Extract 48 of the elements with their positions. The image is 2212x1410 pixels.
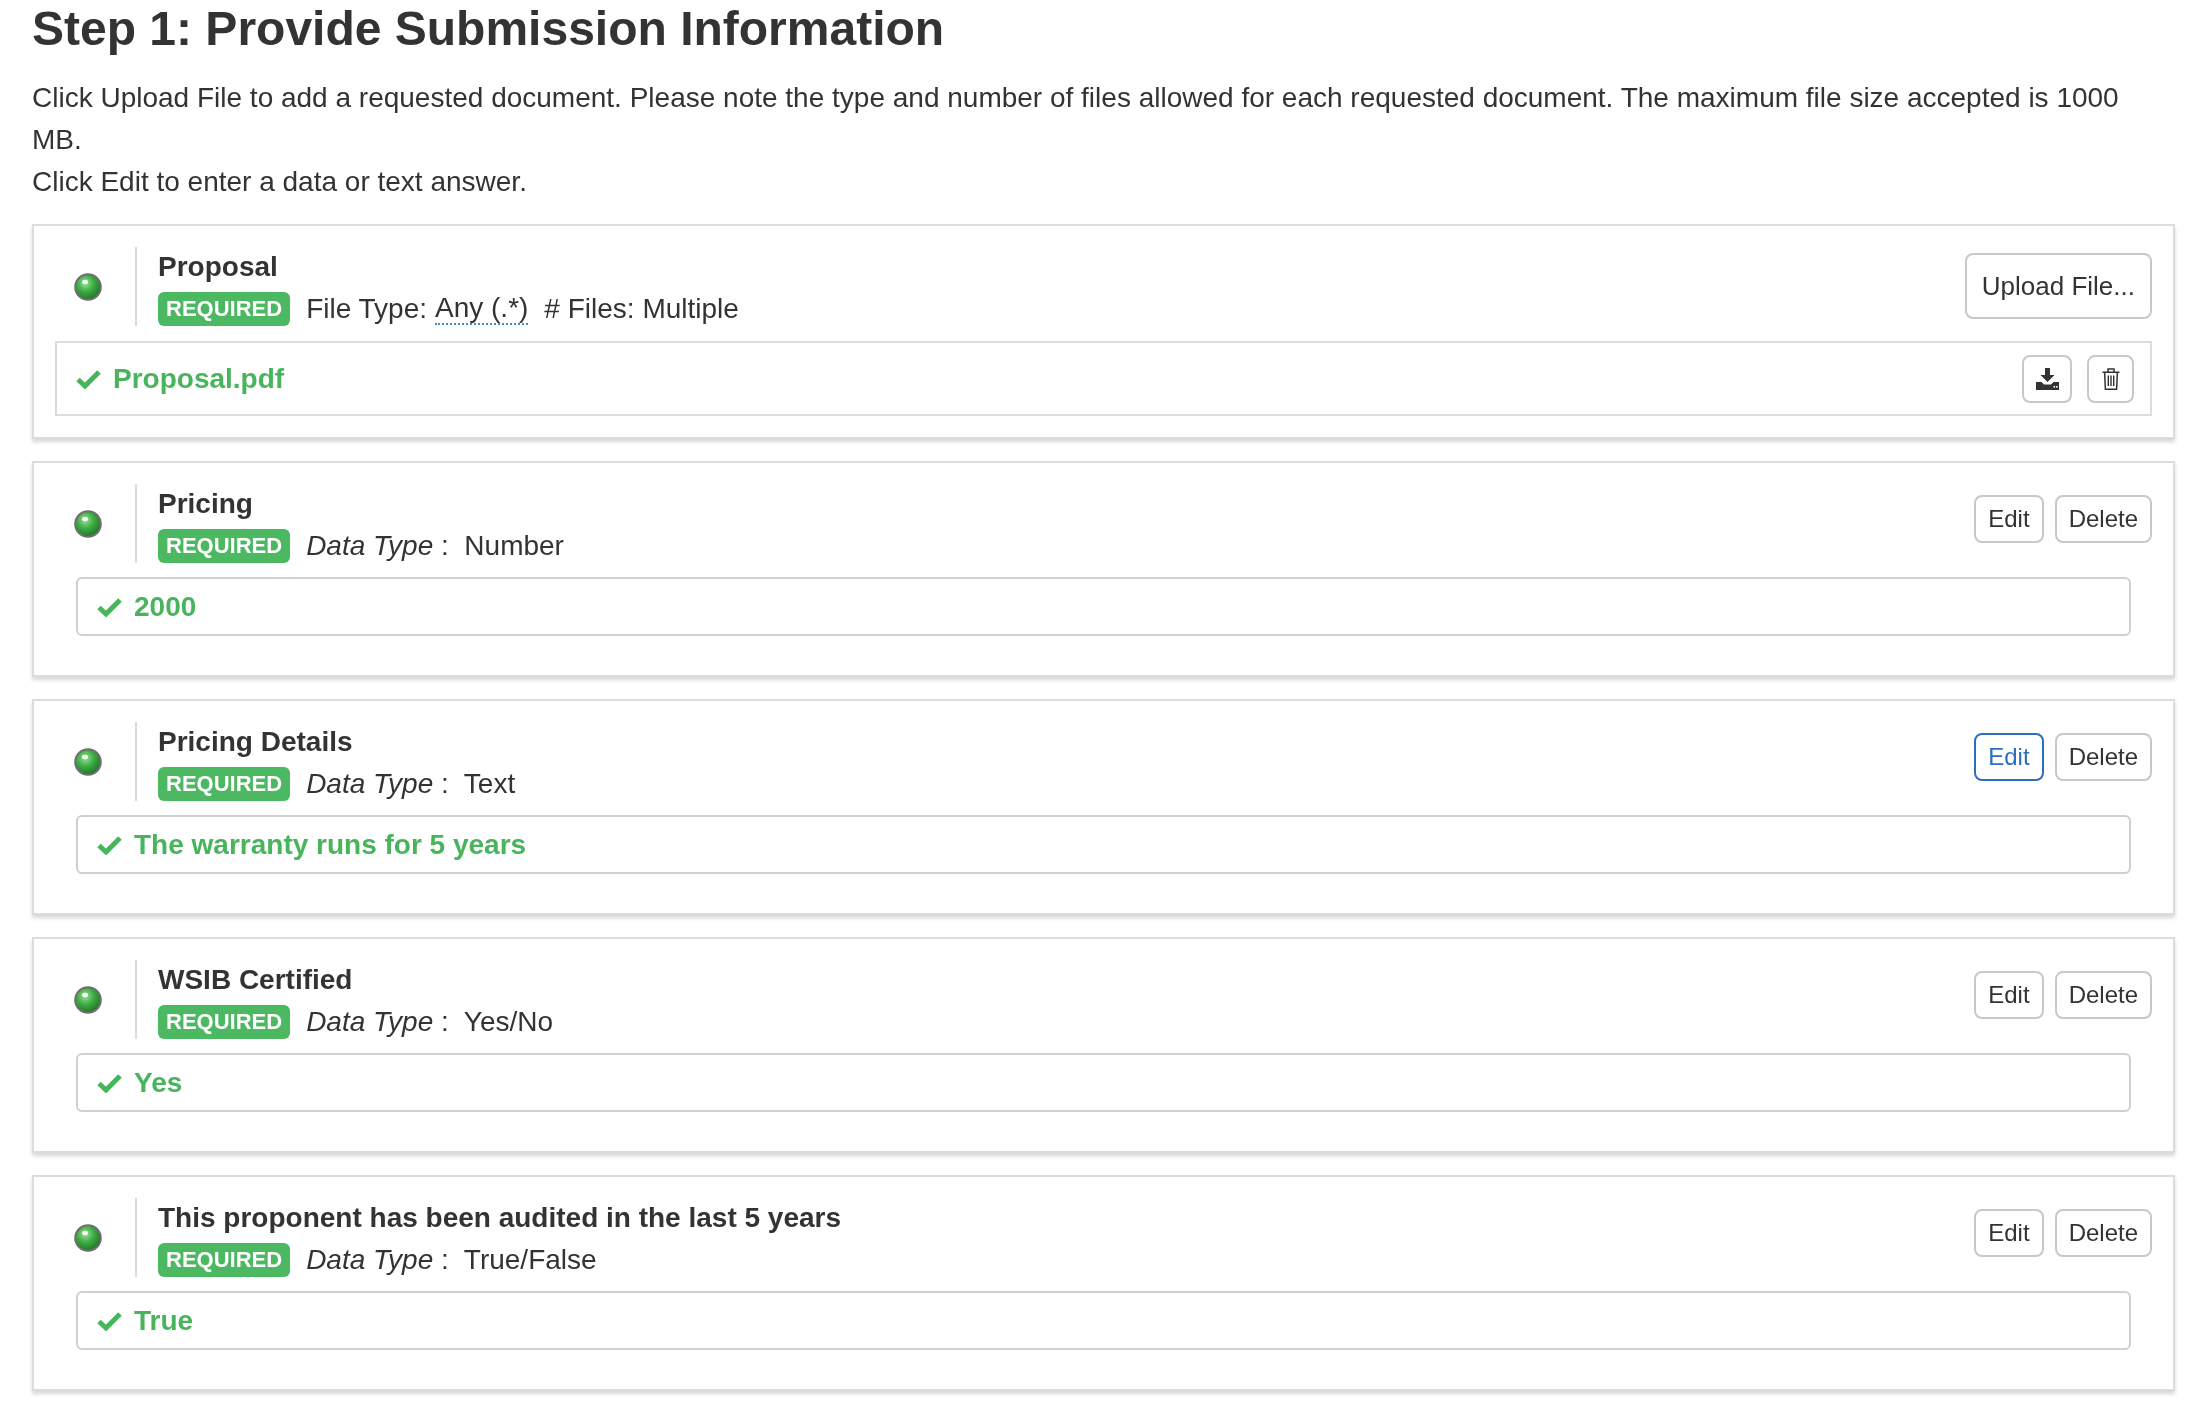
- file-count-text: # Files: Multiple: [544, 292, 739, 326]
- check-icon: [97, 1072, 122, 1093]
- edit-button[interactable]: Edit: [1974, 1209, 2044, 1257]
- data-type-text: Data Type : True/False: [306, 1243, 597, 1277]
- answer-text: True: [134, 1303, 194, 1338]
- delete-file-button[interactable]: [2087, 354, 2134, 403]
- requirement-title: WSIB Certified: [158, 963, 354, 997]
- delete-button[interactable]: Delete: [2054, 1209, 2152, 1257]
- answer-text: 2000: [134, 589, 197, 624]
- required-badge: REQUIRED: [158, 1005, 291, 1039]
- required-badge: REQUIRED: [158, 767, 291, 801]
- download-icon: [2035, 367, 2059, 390]
- status-dot-icon: [74, 510, 102, 538]
- edit-button[interactable]: Edit: [1974, 971, 2044, 1019]
- data-type-text: Data Type : Number: [306, 529, 564, 563]
- status-dot-icon: [74, 273, 102, 301]
- required-badge: REQUIRED: [158, 292, 291, 326]
- status-dot-icon: [74, 1224, 102, 1252]
- answer-text: Yes: [134, 1065, 183, 1100]
- delete-button[interactable]: Delete: [2054, 733, 2152, 781]
- instructions-text: Click Upload File to add a requested document. Please note the type and number of files allowed for each requested document. The maximum file size accepted is 1000 MB.: [32, 81, 2120, 157]
- data-type-text: Data Type : Text: [306, 767, 516, 801]
- instructions-text: Click Edit to enter a data or text answer.: [32, 165, 528, 199]
- data-type-text: Data Type : Yes/No: [306, 1005, 554, 1039]
- edit-button[interactable]: Edit: [1974, 733, 2044, 781]
- download-button[interactable]: [2022, 354, 2072, 403]
- check-icon: [97, 834, 122, 855]
- file-type-label: File Type:: [306, 292, 427, 326]
- requirement-title: Pricing: [158, 487, 254, 521]
- required-badge: REQUIRED: [158, 1243, 291, 1277]
- check-icon: [97, 1310, 122, 1331]
- status-dot-icon: [74, 986, 102, 1014]
- requirement-title: Pricing Details: [158, 725, 354, 759]
- status-dot-icon: [74, 748, 102, 776]
- file-type-value: Any (.*): [435, 293, 529, 325]
- check-icon: [76, 368, 101, 389]
- delete-button[interactable]: Delete: [2054, 495, 2152, 543]
- delete-button[interactable]: Delete: [2054, 971, 2152, 1019]
- check-icon: [97, 596, 122, 617]
- file-name-text: Proposal.pdf: [113, 361, 285, 396]
- page-title: Step 1: Provide Submission Information: [32, 1, 946, 55]
- upload-file-button[interactable]: Upload File...: [1964, 253, 2152, 319]
- answer-text: The warranty runs for 5 years: [134, 827, 527, 862]
- requirement-title: This proponent has been audited in the last 5 years: [158, 1201, 843, 1235]
- trash-icon: [2101, 367, 2120, 390]
- required-badge: REQUIRED: [158, 529, 291, 563]
- edit-button[interactable]: Edit: [1974, 495, 2044, 543]
- requirement-title: Proposal: [158, 250, 279, 284]
